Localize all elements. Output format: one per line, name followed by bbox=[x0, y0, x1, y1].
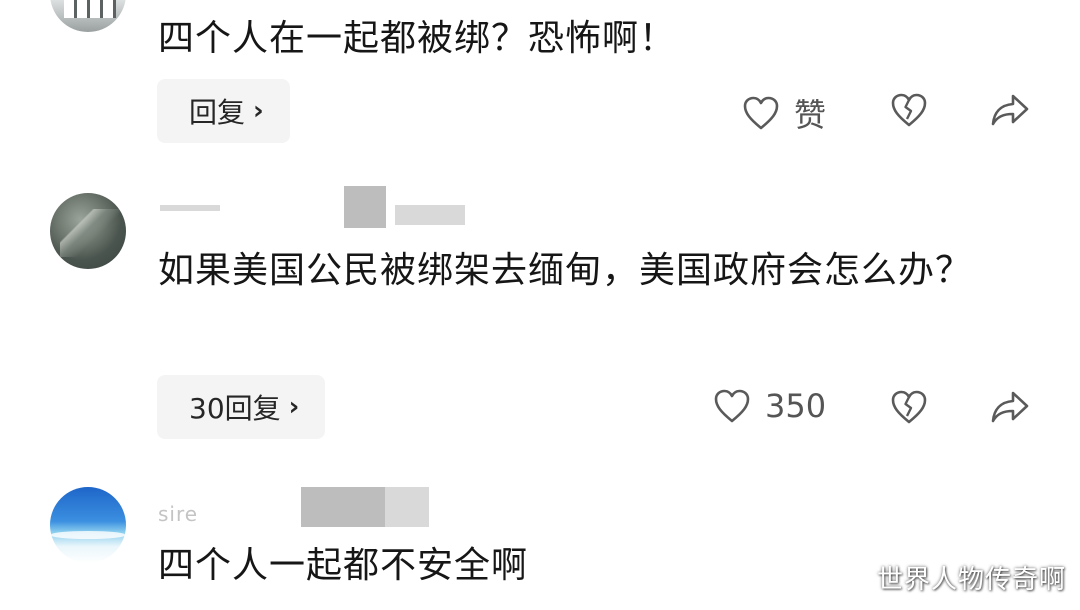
like-count: 350 bbox=[765, 387, 827, 425]
watermark: 世界人物传奇啊 bbox=[876, 565, 1066, 595]
dislike-button[interactable] bbox=[890, 92, 928, 128]
share-arrow-icon bbox=[991, 391, 1029, 423]
blurred-badge bbox=[395, 205, 465, 225]
username[interactable]: sire bbox=[158, 502, 198, 526]
share-arrow-icon bbox=[991, 94, 1029, 126]
comment-text: 如果美国公民被绑架去缅甸，美国政府会怎么办？ bbox=[158, 250, 973, 291]
like-button[interactable]: 350 bbox=[713, 387, 826, 425]
reply-label: 回复 bbox=[189, 96, 246, 129]
comment-text: 四个人在一起都被绑？恐怖啊！ bbox=[158, 18, 677, 59]
reply-button[interactable]: 回复 › bbox=[157, 79, 290, 143]
comment-text: 四个人一起都不安全啊 bbox=[158, 545, 529, 586]
blurred-username-fragment bbox=[160, 205, 220, 211]
heart-outline-icon bbox=[714, 389, 750, 423]
heart-outline-icon bbox=[743, 96, 779, 130]
blurred-username bbox=[301, 487, 385, 527]
share-button[interactable] bbox=[990, 92, 1030, 128]
like-label: 赞 bbox=[794, 96, 827, 134]
chevron-right-icon: › bbox=[288, 392, 300, 422]
broken-heart-icon bbox=[891, 93, 927, 127]
dislike-button[interactable] bbox=[890, 389, 928, 425]
like-button[interactable]: 赞 bbox=[742, 90, 826, 136]
broken-heart-icon bbox=[891, 390, 927, 424]
blurred-username bbox=[344, 186, 386, 228]
avatar[interactable] bbox=[50, 193, 126, 269]
share-button[interactable] bbox=[990, 389, 1030, 425]
chevron-right-icon: › bbox=[253, 96, 264, 126]
blurred-badge bbox=[385, 487, 429, 527]
avatar[interactable] bbox=[50, 487, 126, 563]
avatar[interactable] bbox=[50, 0, 126, 32]
reply-label: 30回复 bbox=[189, 392, 281, 425]
reply-button[interactable]: 30回复 › bbox=[157, 375, 326, 439]
